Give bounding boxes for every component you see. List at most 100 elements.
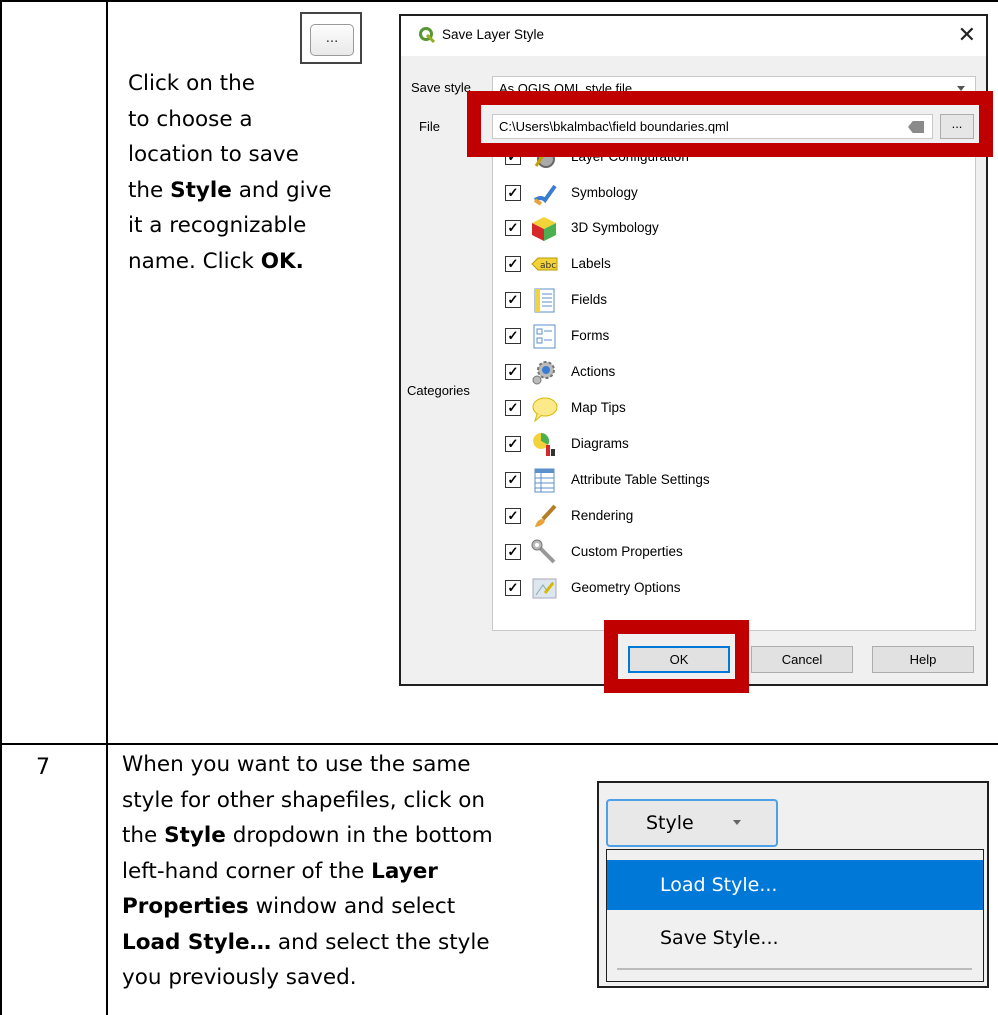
step7-line3: the Style dropdown in the bottom: [122, 818, 592, 854]
category-label: Symbology: [571, 185, 638, 200]
fields-icon: [534, 288, 555, 313]
category-label: Actions: [571, 364, 616, 379]
forms-icon: [533, 324, 556, 349]
bold-layer: Layer: [371, 858, 438, 884]
checkbox-checked[interactable]: ✓: [505, 544, 521, 560]
category-label: Rendering: [571, 508, 634, 523]
text-span: and select the style: [271, 929, 490, 955]
list-item[interactable]: ✓ Custom Properties: [493, 536, 975, 571]
geometry-options-icon: [532, 578, 557, 599]
category-label: Custom Properties: [571, 544, 683, 559]
actions-gear-icon: [532, 361, 555, 385]
cancel-button[interactable]: Cancel: [751, 646, 853, 673]
save-style-label: Save style: [411, 80, 471, 95]
text-span: and give: [231, 177, 332, 203]
document-page: Click on the to choose a location to sav…: [0, 0, 998, 1015]
table-top-border: [0, 0, 998, 2]
style-menu: Load Style... Save Style...: [606, 849, 984, 982]
close-icon[interactable]: ✕: [958, 22, 976, 48]
step6-line2: to choose a: [128, 106, 253, 132]
checkbox-checked[interactable]: ✓: [505, 508, 521, 524]
text-span: dropdown in the bottom: [225, 823, 493, 848]
svg-text:abc: abc: [540, 261, 556, 271]
dialog-title: Save Layer Style: [442, 27, 545, 42]
list-item[interactable]: ✓ Actions: [493, 356, 975, 391]
categories-list: ✓ Layer Configuration ✓ Symbology ✓ 3D S…: [492, 148, 976, 631]
list-item[interactable]: ✓ Symbology: [493, 177, 975, 212]
diagrams-icon: [533, 432, 555, 456]
checkbox-checked[interactable]: ✓: [505, 256, 521, 272]
step6-line3: location to save: [128, 142, 299, 167]
category-label: Fields: [571, 292, 608, 307]
list-item[interactable]: ✓ Geometry Options: [493, 572, 975, 607]
qgis-logo-icon: [419, 27, 435, 43]
list-item[interactable]: ✓ Forms: [493, 320, 975, 355]
category-label: Map Tips: [571, 400, 626, 415]
style-dropdown-button[interactable]: Style: [606, 799, 778, 847]
category-label: Forms: [571, 328, 610, 343]
step7-line4: left-hand corner of the Layer: [122, 854, 592, 890]
checkbox-checked[interactable]: ✓: [505, 472, 521, 488]
text-span: left-hand corner of the: [122, 858, 372, 884]
rendering-brush-icon: [535, 504, 557, 527]
list-item[interactable]: ✓ Rendering: [493, 500, 975, 535]
text-span: the: [128, 177, 171, 203]
step7-line6: Load Style… and select the style: [122, 925, 592, 961]
bold-style: Style: [170, 177, 232, 203]
list-item[interactable]: ✓ Map Tips: [493, 392, 975, 427]
list-item[interactable]: ✓ abc Labels: [493, 248, 975, 283]
list-item[interactable]: ✓ Attribute Table Settings: [493, 464, 975, 499]
file-highlight-box: [467, 91, 993, 157]
step7-line7: you previously saved.: [122, 965, 357, 990]
bold-properties: Properties: [122, 894, 249, 919]
bold-style: Style: [164, 823, 226, 848]
table-row-divider: [0, 743, 998, 745]
checkbox-checked[interactable]: ✓: [505, 364, 521, 380]
attribute-table-icon: [534, 468, 555, 493]
map-tips-speech-icon: [532, 397, 558, 422]
checkbox-checked[interactable]: ✓: [505, 436, 521, 452]
symbology-brush-icon: [533, 184, 557, 206]
file-label: File: [419, 119, 440, 134]
step-number: 7: [36, 755, 50, 780]
dialog-titlebar: Save Layer Style ✕: [401, 16, 986, 56]
step7-instructions: When you want to use the same style for …: [122, 747, 592, 996]
menu-separator: [617, 968, 972, 970]
chevron-down-icon: [733, 820, 741, 825]
checkbox-checked[interactable]: ✓: [505, 185, 521, 201]
bold-load-style: Load Style…: [122, 929, 272, 955]
category-label: Geometry Options: [571, 580, 681, 595]
labels-abc-icon: abc: [531, 257, 558, 271]
text-span: window and select: [248, 894, 456, 919]
help-button[interactable]: Help: [872, 646, 974, 673]
menu-item-save-style[interactable]: Save Style...: [607, 913, 983, 963]
checkbox-checked[interactable]: ✓: [505, 400, 521, 416]
step6-line4: the Style and give: [128, 173, 378, 209]
menu-item-load-style[interactable]: Load Style...: [607, 860, 983, 910]
category-label: Attribute Table Settings: [571, 472, 710, 487]
step6-line1: Click on the: [128, 71, 255, 96]
step6-line5: it a recognizable: [128, 213, 307, 238]
checkbox-checked[interactable]: ✓: [505, 220, 521, 236]
list-item[interactable]: ✓ Fields: [493, 284, 975, 319]
list-item[interactable]: ✓ Diagrams: [493, 428, 975, 463]
table-column-divider: [106, 0, 108, 1015]
3d-cube-icon: [532, 217, 556, 241]
style-button-label: Style: [646, 812, 694, 834]
category-label: Diagrams: [571, 436, 629, 451]
checkbox-checked[interactable]: ✓: [505, 580, 521, 596]
categories-label: Categories: [407, 383, 470, 398]
ok-highlight-box: [604, 620, 749, 693]
checkbox-checked[interactable]: ✓: [505, 292, 521, 308]
table-left-border: [0, 0, 2, 1015]
list-item[interactable]: ✓ 3D Symbology: [493, 212, 975, 247]
category-label: Labels: [571, 256, 611, 271]
step7-line2: style for other shapefiles, click on: [122, 787, 486, 813]
ellipsis-button: ...: [310, 24, 354, 56]
category-label: 3D Symbology: [571, 220, 659, 235]
step7-line1: When you want to use the same: [122, 752, 471, 777]
text-span: name. Click: [128, 248, 261, 274]
style-dropdown-screenshot: Style Load Style... Save Style...: [597, 781, 989, 988]
bold-ok: OK.: [260, 248, 304, 274]
checkbox-checked[interactable]: ✓: [505, 328, 521, 344]
